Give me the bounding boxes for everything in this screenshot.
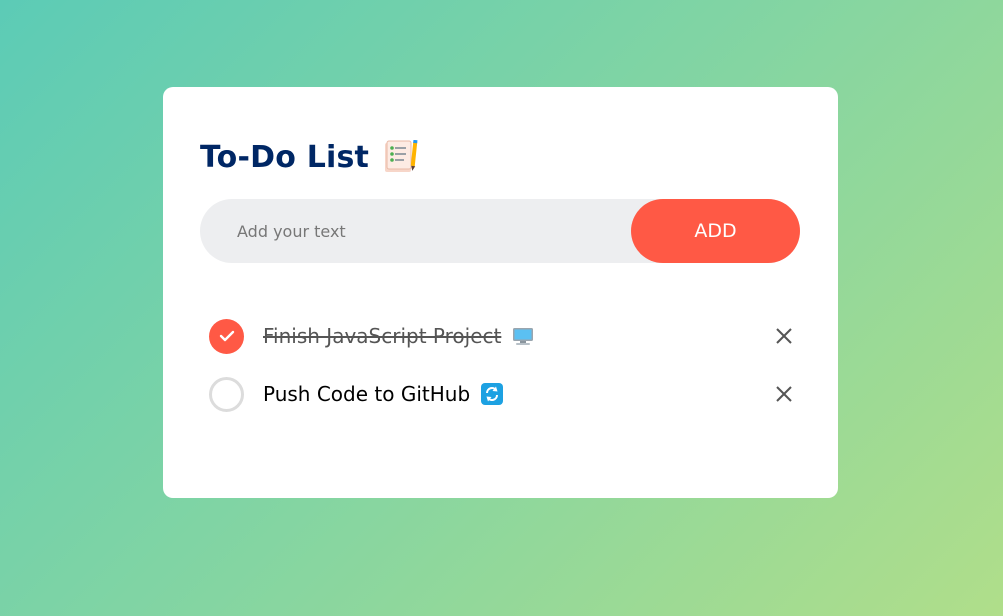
task-label: Push Code to GitHub bbox=[263, 382, 471, 406]
task-text: Push Code to GitHub bbox=[263, 382, 504, 406]
delete-icon[interactable] bbox=[774, 326, 794, 346]
title-row: To-Do List bbox=[200, 137, 419, 177]
sync-icon bbox=[480, 382, 504, 406]
task-input-row: ADD bbox=[200, 198, 800, 264]
task-item[interactable]: Push Code to GitHub bbox=[209, 365, 794, 423]
add-button[interactable]: ADD bbox=[631, 199, 800, 263]
todo-card: To-Do List ADD bbox=[163, 87, 838, 498]
app-title: To-Do List bbox=[200, 139, 370, 175]
notepad-icon bbox=[383, 139, 419, 174]
checkbox-unchecked-icon[interactable] bbox=[209, 376, 244, 412]
delete-icon[interactable] bbox=[774, 384, 794, 404]
task-label: Finish JavaScript Project bbox=[263, 324, 502, 348]
task-text: Finish JavaScript Project bbox=[263, 324, 535, 348]
task-item[interactable]: Finish JavaScript Project bbox=[209, 307, 794, 365]
task-list: Finish JavaScript Project Push Code to G… bbox=[209, 307, 794, 423]
checkbox-checked-icon[interactable] bbox=[209, 318, 244, 354]
computer-icon bbox=[511, 324, 535, 348]
